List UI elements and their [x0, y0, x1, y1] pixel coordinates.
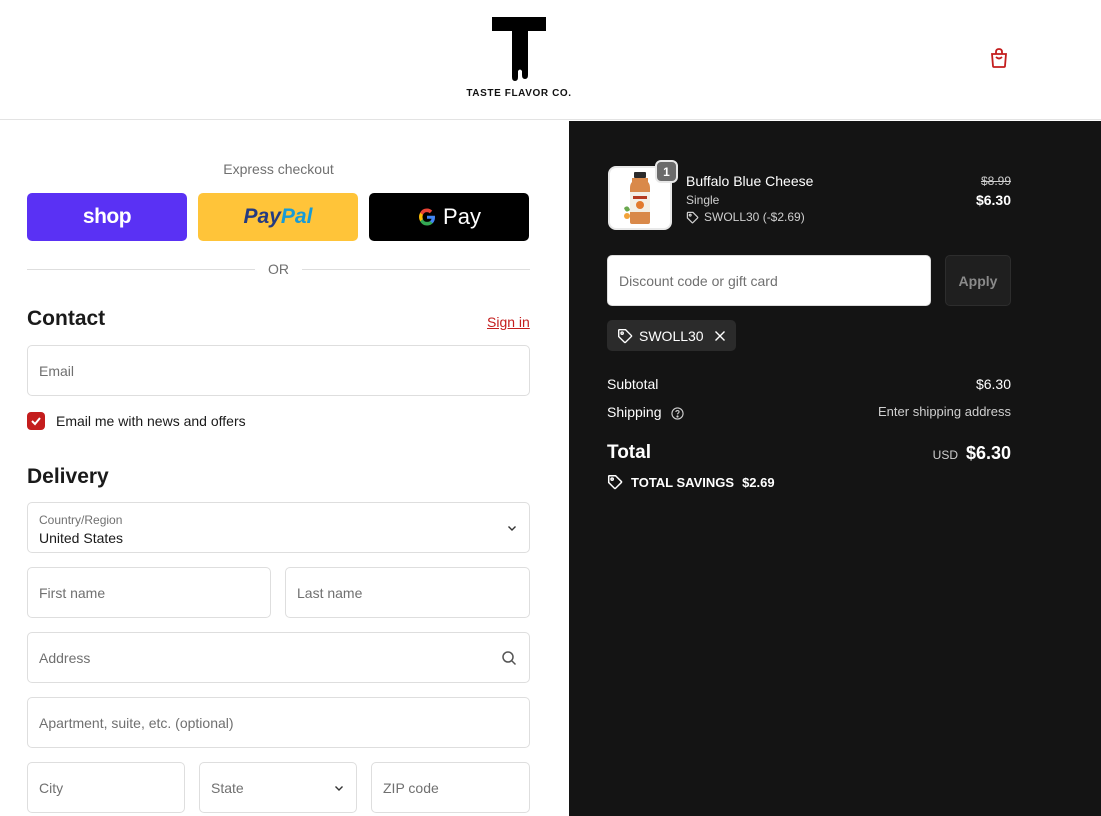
shop-pay-label: shop: [82, 205, 132, 228]
sign-in-link[interactable]: Sign in: [487, 314, 530, 330]
delivery-title: Delivery: [27, 465, 109, 488]
zip-field[interactable]: [371, 762, 530, 813]
country-value: United States: [39, 530, 124, 546]
newsletter-label: Email me with news and offers: [56, 413, 246, 429]
state-select[interactable]: State: [199, 762, 357, 813]
subtotal-label: Subtotal: [607, 376, 659, 392]
apply-button[interactable]: Apply: [945, 255, 1011, 306]
original-price: $8.99: [980, 174, 1011, 188]
paypal-label-pay: Pay: [243, 205, 281, 228]
google-pay-label: Pay: [443, 204, 481, 229]
tag-icon: [686, 211, 699, 223]
divider-line-right: [302, 269, 530, 270]
shipping-row-label: Shipping: [607, 404, 685, 420]
help-circle-icon[interactable]: [671, 407, 685, 420]
contact-title: Contact: [27, 307, 106, 330]
logo-t-drip-icon: [492, 17, 546, 81]
total-label: Total: [607, 442, 651, 463]
shop-pay-button[interactable]: shop: [27, 193, 187, 241]
email-field[interactable]: [27, 345, 530, 396]
brand-name: TASTE FLAVOR CO.: [466, 88, 572, 99]
search-icon: [502, 650, 517, 665]
or-divider: OR: [27, 259, 530, 279]
quantity-badge: 1: [655, 160, 678, 183]
chevron-down-icon: [335, 785, 343, 791]
applied-code-text: SWOLL30: [639, 327, 704, 344]
total-value: $6.30: [965, 443, 1011, 463]
first-name-field[interactable]: [27, 567, 271, 618]
paypal-button[interactable]: Pay Pal: [198, 193, 358, 241]
tag-icon: [607, 474, 623, 490]
product-name: Buffalo Blue Cheese: [686, 173, 814, 189]
chevron-down-icon: [508, 525, 516, 531]
last-name-field[interactable]: [285, 567, 530, 618]
city-input[interactable]: [28, 763, 184, 812]
express-checkout-title: Express checkout: [223, 161, 334, 177]
newsletter-option[interactable]: Email me with news and offers: [27, 411, 246, 431]
discount-code-field[interactable]: [607, 255, 931, 306]
brand-logo[interactable]: TASTE FLAVOR CO.: [466, 17, 572, 102]
remove-code-button[interactable]: [714, 330, 726, 342]
tag-icon: [618, 328, 633, 343]
newsletter-checkbox[interactable]: [27, 412, 45, 430]
email-input[interactable]: [28, 346, 529, 395]
country-select[interactable]: Country/Region United States: [27, 502, 530, 553]
checkmark-icon: [31, 417, 41, 426]
city-field[interactable]: [27, 762, 185, 813]
shipping-label: Shipping: [607, 404, 662, 420]
applied-code-chip: SWOLL30: [607, 320, 736, 351]
first-name-input[interactable]: [28, 568, 270, 617]
product-discount: SWOLL30 (-$2.69): [686, 210, 805, 224]
total-savings: TOTAL SAVINGS $2.69: [607, 474, 775, 490]
country-label: Country/Region: [39, 513, 123, 527]
subtotal-value: $6.30: [975, 376, 1011, 392]
google-g-icon: [419, 208, 436, 226]
checkout-form: Express checkout shop Pay Pal Pay OR Cont…: [0, 121, 569, 816]
savings-label: TOTAL SAVINGS: [631, 474, 735, 490]
zip-input[interactable]: [372, 763, 529, 812]
apartment-field[interactable]: [27, 697, 530, 748]
shopping-bag-icon[interactable]: [987, 46, 1011, 70]
savings-value: $2.69: [742, 474, 775, 490]
apartment-input[interactable]: [28, 698, 529, 747]
address-input[interactable]: [28, 633, 529, 682]
shipping-value: Enter shipping address: [878, 404, 1011, 419]
address-field[interactable]: [27, 632, 530, 683]
google-pay-button[interactable]: Pay: [369, 193, 529, 241]
product-discount-text: SWOLL30 (-$2.69): [704, 210, 805, 224]
close-icon: [714, 330, 725, 341]
state-placeholder: State: [211, 779, 244, 796]
order-summary: 1 Buffalo Blue Cheese Single SWOLL30 (-$…: [569, 121, 1101, 816]
currency-code: USD: [932, 448, 958, 462]
paypal-label-pal: Pal: [280, 205, 313, 228]
discounted-price: $6.30: [975, 192, 1011, 208]
last-name-input[interactable]: [286, 568, 529, 617]
header: TASTE FLAVOR CO.: [0, 0, 1101, 120]
discount-code-input[interactable]: [608, 256, 930, 305]
product-variant: Single: [686, 193, 720, 207]
